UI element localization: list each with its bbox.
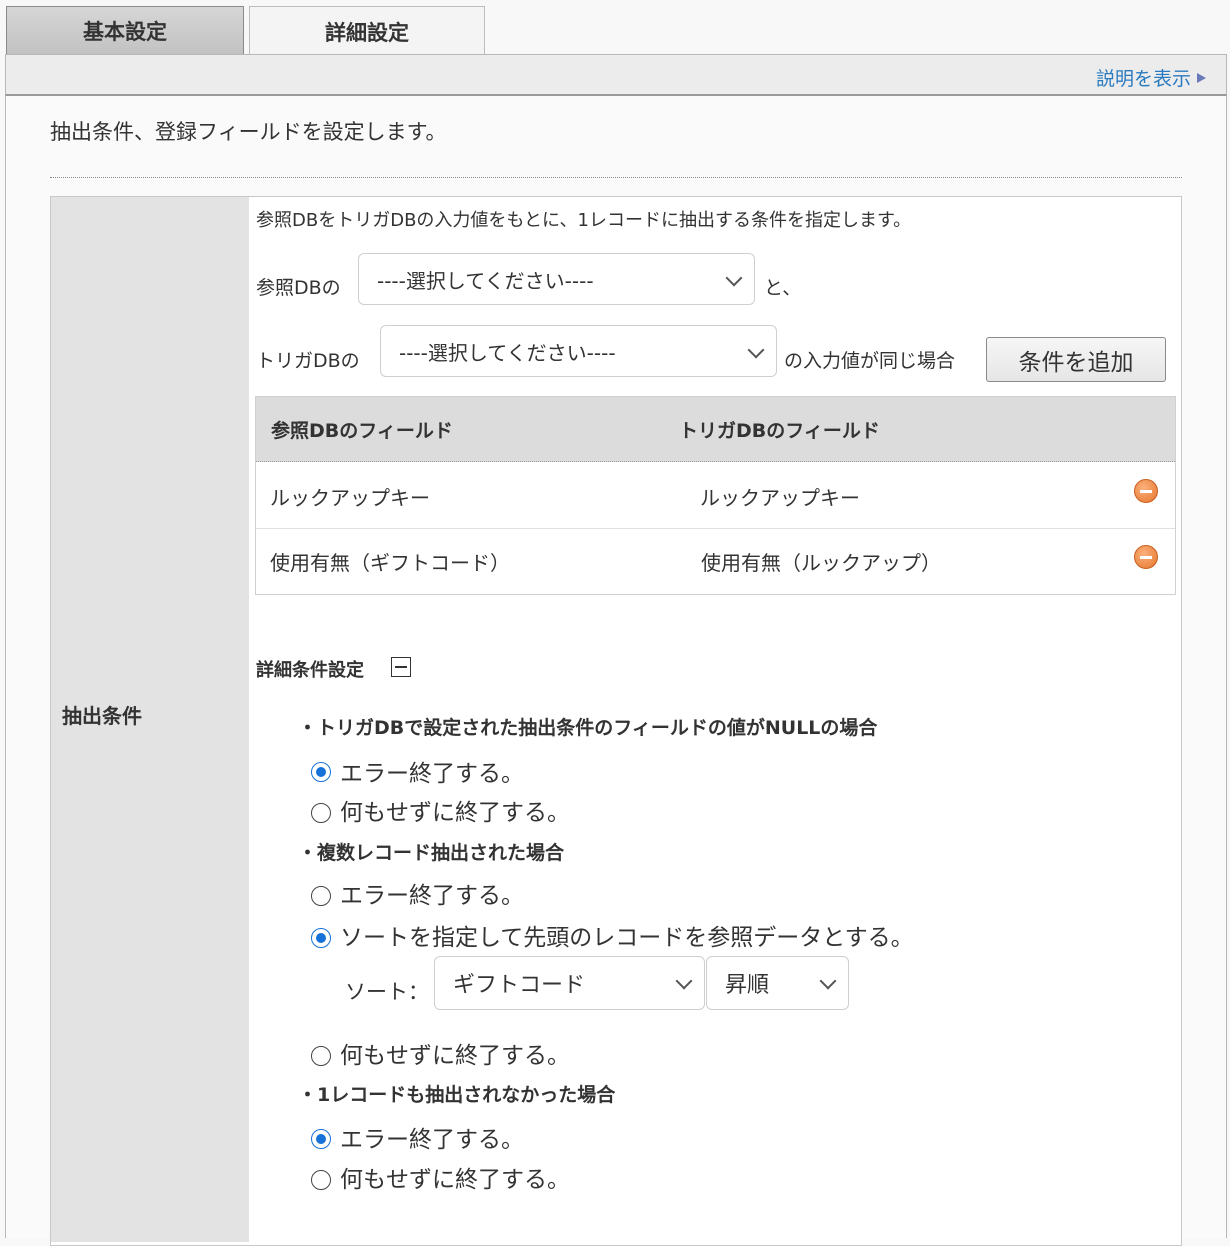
collapse-minus-icon[interactable] [391, 657, 411, 677]
show-help-link[interactable]: 説明を表示 [1096, 64, 1206, 91]
trigger-db-suffix: の入力値が同じ場合 [784, 350, 956, 372]
select-value: ----選択してください---- [399, 340, 616, 365]
section-description: 参照DBをトリガDBの入力値をもとに、1レコードに抽出する条件を指定します。 [256, 210, 912, 231]
sort-order-select[interactable]: 昇順 [706, 956, 849, 1010]
detail-conditions-title: 詳細条件設定 [256, 660, 364, 681]
help-link-label: 説明を表示 [1095, 68, 1191, 90]
ref-db-field-select[interactable]: ----選択してください---- [358, 253, 755, 305]
ref-db-suffix: と、 [764, 277, 802, 299]
none-error-radio[interactable] [311, 1129, 331, 1149]
option-label: 何もせずに終了する。 [340, 1043, 570, 1069]
add-condition-button[interactable]: 条件を追加 [986, 337, 1166, 382]
option-label: エラー終了する。 [340, 1127, 524, 1153]
divider [50, 177, 1182, 178]
ref-db-prefix: 参照DBの [256, 277, 341, 299]
tab-label: 基本設定 [83, 19, 167, 44]
play-arrow-icon [1197, 72, 1206, 83]
table-cell-ref-field: 使用有無（ギフトコード） [270, 551, 510, 575]
option-label: 何もせずに終了する。 [340, 800, 570, 826]
select-value: ----選択してください---- [377, 268, 594, 293]
trigger-db-prefix: トリガDBの [256, 350, 360, 372]
option-label: エラー終了する。 [340, 761, 524, 787]
table-cell-trigger-field: ルックアップキー [700, 486, 860, 510]
sort-label: ソート： [345, 980, 429, 1004]
multiple-error-radio[interactable] [311, 886, 331, 906]
select-value: ギフトコード [453, 973, 586, 998]
none-do-nothing-radio[interactable] [311, 1170, 331, 1190]
chevron-down-icon [819, 972, 837, 990]
group-heading-null: ・トリガDBで設定された抽出条件のフィールドの値がNULLの場合 [298, 717, 878, 739]
chevron-down-icon [747, 341, 765, 359]
multiple-do-nothing-radio[interactable] [311, 1046, 331, 1066]
null-error-radio[interactable] [311, 762, 331, 782]
chevron-down-icon [675, 972, 693, 990]
option-label: エラー終了する。 [340, 883, 524, 909]
remove-condition-icon[interactable] [1134, 545, 1158, 569]
column-header-ref-field: 参照DBのフィールド [271, 420, 453, 442]
option-label: ソートを指定して先頭のレコードを参照データとする。 [340, 925, 914, 951]
null-do-nothing-radio[interactable] [311, 803, 331, 823]
group-heading-none: ・1レコードも抽出されなかった場合 [298, 1084, 616, 1106]
button-label: 条件を追加 [1018, 349, 1134, 376]
select-value: 昇順 [725, 973, 770, 998]
sort-field-select[interactable]: ギフトコード [434, 956, 705, 1010]
tab-label: 詳細設定 [325, 20, 409, 45]
trigger-db-field-select[interactable]: ----選択してください---- [380, 325, 777, 377]
table-cell-ref-field: ルックアップキー [270, 486, 430, 510]
chevron-down-icon [725, 269, 743, 287]
option-label: 何もせずに終了する。 [340, 1167, 570, 1193]
multiple-sort-radio[interactable] [311, 928, 331, 948]
row-header-label: 抽出条件 [62, 704, 142, 728]
group-heading-multiple: ・複数レコード抽出された場合 [298, 842, 565, 864]
intro-text: 抽出条件、登録フィールドを設定します。 [50, 120, 447, 144]
row-divider [256, 528, 1175, 529]
header-bar [5, 54, 1227, 96]
table-cell-trigger-field: 使用有無（ルックアップ） [701, 551, 941, 575]
tab-detail-settings[interactable]: 詳細設定 [249, 6, 485, 56]
tab-basic-settings[interactable]: 基本設定 [6, 6, 244, 54]
remove-condition-icon[interactable] [1134, 479, 1158, 503]
column-header-trigger-field: トリガDBのフィールド [679, 420, 880, 442]
